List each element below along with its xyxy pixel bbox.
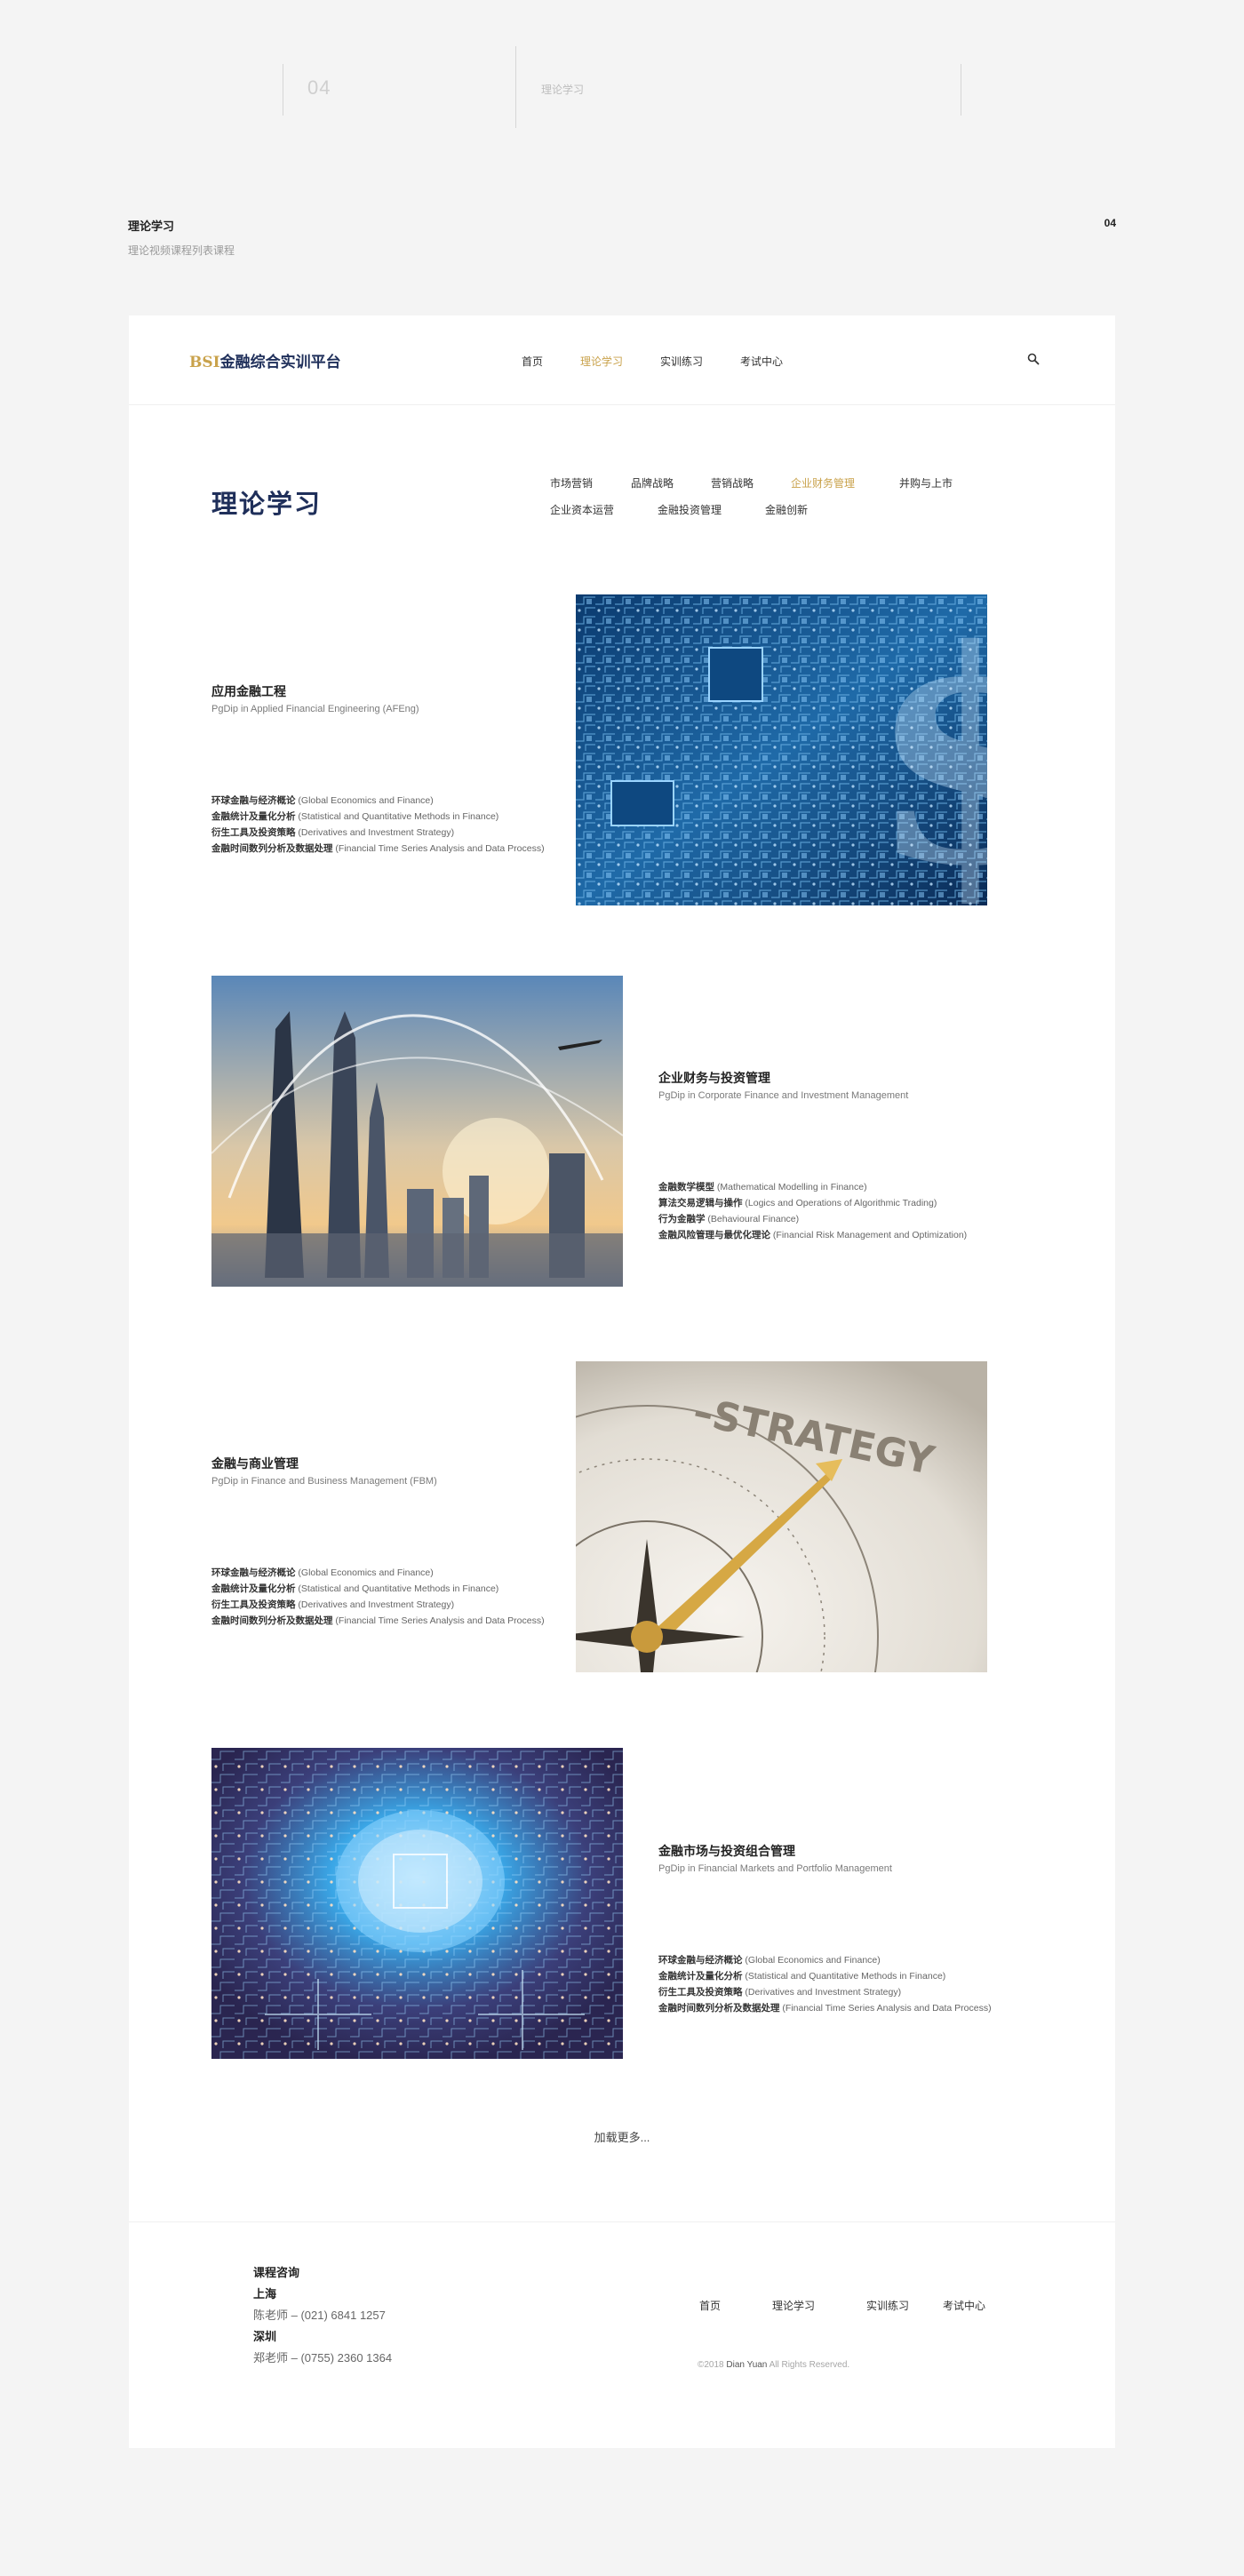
contact-title: 课程咨询 [253, 2266, 300, 2279]
module-item: 金融统计及量化分析 (Statistical and Quantitative … [211, 811, 499, 822]
module-item: 金融时间数列分析及数据处理 (Financial Time Series Ana… [211, 843, 545, 854]
module-item: 金融统计及量化分析 (Statistical and Quantitative … [211, 1583, 499, 1594]
page-card: BSI金融综合实训平台 首页 理论学习 实训练习 考试中心 理论学习 市场营销 … [129, 315, 1115, 2448]
section-title: 理论学习 [128, 219, 175, 233]
module-list: 金融数学模型 (Mathematical Modelling in Financ… [658, 1179, 1032, 1243]
svg-text:$: $ [869, 594, 987, 905]
tab-investment-management[interactable]: 金融投资管理 [658, 502, 722, 517]
tab-capital-operation[interactable]: 企业资本运营 [550, 502, 614, 517]
nav-item-exam[interactable]: 考试中心 [740, 354, 783, 369]
main-nav: 首页 理论学习 实训练习 考试中心 [522, 354, 820, 369]
course-subtitle: PgDip in Finance and Business Management… [211, 1476, 437, 1487]
course-title: 应用金融工程 [211, 684, 286, 698]
circuit-dollar-image[interactable]: $ [576, 594, 987, 905]
module-item: 环球金融与经济概论 (Global Economics and Finance) [211, 1567, 434, 1578]
module-item: 金融风险管理与最优化理论 (Financial Risk Management … [658, 1230, 968, 1240]
module-item: 金融数学模型 (Mathematical Modelling in Financ… [658, 1182, 867, 1192]
nav-item-home[interactable]: 首页 [522, 354, 543, 369]
site-footer: 课程咨询 上海 陈老师 – (021) 6841 1257 深圳 郑老师 – (… [129, 2221, 1115, 2449]
nav-item-theory[interactable]: 理论学习 [580, 354, 623, 369]
course-title: 金融市场与投资组合管理 [658, 1844, 795, 1858]
logo[interactable]: BSI金融综合实训平台 [189, 349, 341, 371]
section-subtitle: 理论视频课程列表课程 [128, 244, 235, 257]
search-icon[interactable] [1027, 353, 1040, 365]
top-decoration: 04 理论学习 [0, 0, 1244, 142]
logo-text: 金融综合实训平台 [219, 354, 341, 371]
course-subtitle: PgDip in Corporate Finance and Investmen… [658, 1090, 909, 1101]
copyright: ©2018 Dian Yuan All Rights Reserved. [698, 2360, 850, 2370]
tab-marketing[interactable]: 市场营销 [550, 475, 593, 490]
digital-brain-image[interactable] [211, 1748, 623, 2059]
contact-city: 深圳 [253, 2330, 277, 2343]
footer-nav: 首页 理论学习 实训练习 考试中心 [699, 2298, 1037, 2313]
contact-info: 课程咨询 上海 陈老师 – (021) 6841 1257 深圳 郑老师 – (… [253, 2262, 392, 2369]
course-card[interactable]: 金融与商业管理 PgDip in Finance and Business Ma… [211, 1455, 585, 1629]
load-more-button[interactable]: 加载更多... [129, 2128, 1115, 2145]
contact-line: 郑老师 – (0755) 2360 1364 [253, 2351, 393, 2365]
module-list: 环球金融与经济概论 (Global Economics and Finance)… [211, 793, 585, 857]
module-item: 金融时间数列分析及数据处理 (Financial Time Series Ana… [211, 1615, 545, 1626]
city-skyline-image[interactable] [211, 976, 623, 1287]
page-title: 理论学习 [211, 490, 323, 519]
course-title: 金融与商业管理 [211, 1456, 299, 1471]
contact-city: 上海 [253, 2287, 277, 2301]
site-header: BSI金融综合实训平台 首页 理论学习 实训练习 考试中心 [129, 315, 1115, 405]
course-title: 企业财务与投资管理 [658, 1071, 770, 1085]
module-item: 行为金融学 (Behavioural Finance) [658, 1214, 800, 1224]
tab-corporate-finance[interactable]: 企业财务管理 [791, 475, 855, 490]
module-item: 环球金融与经济概论 (Global Economics and Finance) [658, 1955, 881, 1966]
module-item: 算法交易逻辑与操作 (Logics and Operations of Algo… [658, 1198, 937, 1208]
tab-financial-innovation[interactable]: 金融创新 [765, 502, 808, 517]
module-item: 环球金融与经济概论 (Global Economics and Finance) [211, 795, 434, 806]
footer-nav-practice[interactable]: 实训练习 [866, 2298, 909, 2313]
module-item: 金融时间数列分析及数据处理 (Financial Time Series Ana… [658, 2003, 992, 2014]
tab-ma-ipo[interactable]: 并购与上市 [899, 475, 953, 490]
divider [515, 46, 516, 128]
section-head: 理论学习 理论视频课程列表课程 04 [128, 217, 1116, 258]
module-item: 金融统计及量化分析 (Statistical and Quantitative … [658, 1971, 946, 1982]
module-list: 环球金融与经济概论 (Global Economics and Finance)… [658, 1952, 1032, 2016]
module-item: 衍生工具及投资策略 (Derivatives and Investment St… [658, 1987, 902, 1998]
footer-nav-exam[interactable]: 考试中心 [943, 2298, 985, 2313]
module-list: 环球金融与经济概论 (Global Economics and Finance)… [211, 1565, 585, 1629]
course-subtitle: PgDip in Financial Markets and Portfolio… [658, 1863, 892, 1874]
module-item: 衍生工具及投资策略 (Derivatives and Investment St… [211, 1599, 455, 1610]
strategy-compass-image[interactable]: –STRATEGY [576, 1361, 987, 1672]
course-card[interactable]: 金融市场与投资组合管理 PgDip in Financial Markets a… [658, 1842, 1032, 2016]
nav-item-practice[interactable]: 实训练习 [660, 354, 703, 369]
course-card[interactable]: 企业财务与投资管理 PgDip in Corporate Finance and… [658, 1069, 1032, 1243]
contact-line: 陈老师 – (021) 6841 1257 [253, 2309, 386, 2322]
course-subtitle: PgDip in Applied Financial Engineering (… [211, 704, 419, 714]
top-number: 04 [307, 76, 331, 99]
logo-brand: BSI [189, 354, 220, 371]
section-number: 04 [1104, 217, 1116, 229]
course-card[interactable]: 应用金融工程 PgDip in Applied Financial Engine… [211, 682, 585, 857]
footer-nav-theory[interactable]: 理论学习 [772, 2298, 815, 2313]
tab-marketing-strategy[interactable]: 营销战略 [711, 475, 754, 490]
tab-brand-strategy[interactable]: 品牌战略 [631, 475, 674, 490]
footer-nav-home[interactable]: 首页 [699, 2298, 721, 2313]
module-item: 衍生工具及投资策略 (Derivatives and Investment St… [211, 827, 455, 838]
top-label: 理论学习 [541, 84, 585, 96]
